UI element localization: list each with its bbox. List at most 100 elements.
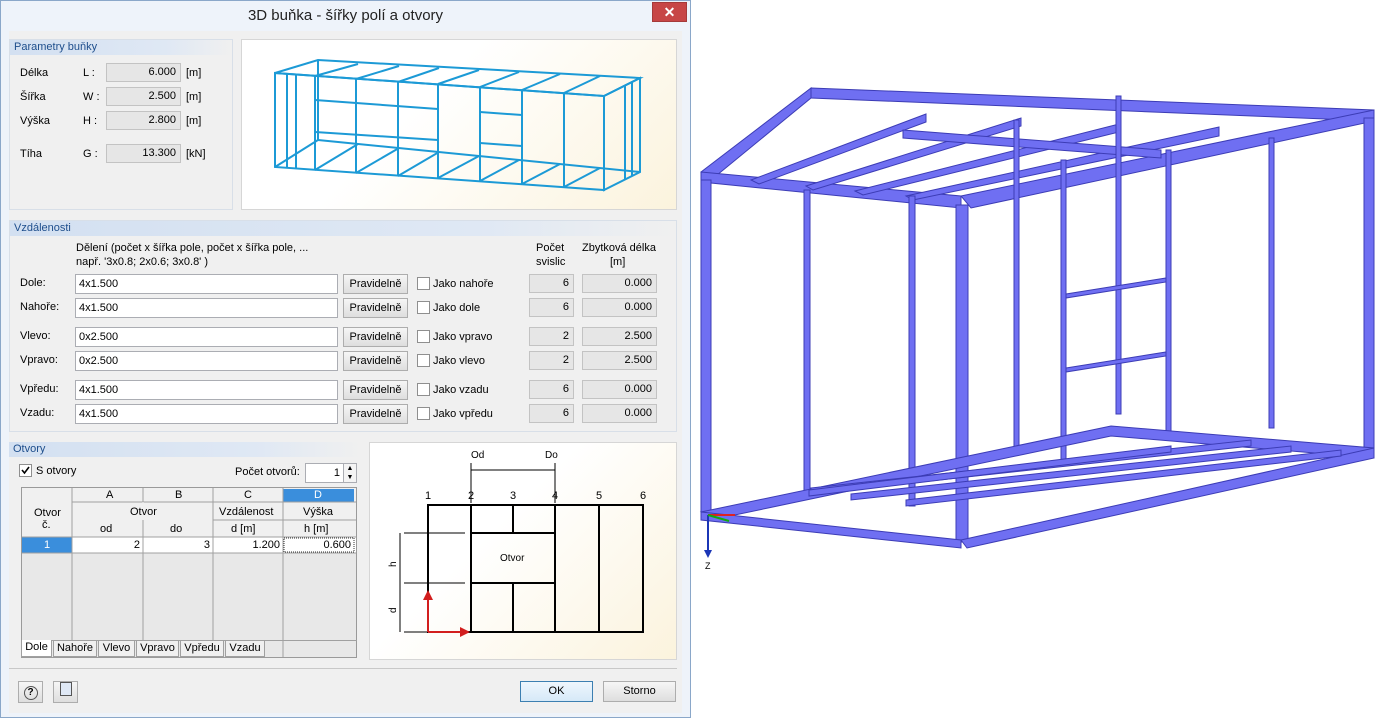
document-icon (59, 682, 72, 696)
footer-separator (9, 668, 677, 669)
weight-value: 13.300 (106, 144, 181, 163)
bottom-division-input[interactable]: 4x1.500 (75, 274, 338, 294)
front-count: 6 (529, 380, 574, 399)
col-c-header: C (244, 489, 252, 501)
diagram-num-3: 3 (510, 490, 516, 502)
cell-to[interactable]: 3 (143, 539, 210, 551)
back-division-input[interactable]: 4x1.500 (75, 404, 338, 424)
ok-button[interactable]: OK (520, 681, 593, 702)
openings-count-spinner[interactable]: ▲ ▼ (343, 463, 357, 483)
back-label: Vzadu: (20, 407, 55, 419)
right-regular-button[interactable]: Pravidelně (343, 351, 408, 371)
cell-3d-model-drawing: Z (699, 86, 1375, 571)
same-as-bottom-label: Jako dole (433, 302, 481, 314)
top-regular-button[interactable]: Pravidelně (343, 298, 408, 318)
length-symbol: L : (83, 67, 95, 79)
same-as-back-checkbox[interactable] (417, 383, 430, 396)
bottom-regular-button[interactable]: Pravidelně (343, 274, 408, 294)
col-d-title: Výška (303, 506, 333, 518)
left-label: Vlevo: (20, 330, 51, 342)
back-regular-button[interactable]: Pravidelně (343, 404, 408, 424)
tab-top[interactable]: Nahoře (53, 641, 97, 657)
left-rest: 2.500 (582, 327, 657, 346)
help-icon: ? (23, 686, 38, 700)
cell-wireframe-drawing (274, 58, 644, 192)
opening-diagram: Od Do 1 2 3 4 5 6 Otvor h d (369, 442, 677, 660)
same-as-right-label: Jako vpravo (433, 331, 493, 343)
col-distance-header: d [m] (231, 523, 256, 535)
cancel-button[interactable]: Storno (603, 681, 676, 702)
cell-height[interactable]: 0.600 (283, 539, 351, 551)
details-button[interactable] (53, 681, 78, 703)
same-as-front-checkbox[interactable] (417, 407, 430, 420)
front-division-input[interactable]: 4x1.500 (75, 380, 338, 400)
width-label: Šířka (20, 91, 46, 103)
division-example: např. '3x0.8; 2x0.6; 3x0.8' ) (76, 256, 208, 268)
col-height-header: h [m] (304, 523, 329, 535)
same-as-left-label: Jako vlevo (433, 355, 485, 367)
group-header-opening: Otvor (130, 506, 157, 518)
left-regular-button[interactable]: Pravidelně (343, 327, 408, 347)
length-value: 6.000 (106, 63, 181, 82)
same-as-left-checkbox[interactable] (417, 354, 430, 367)
with-openings-checkbox[interactable] (19, 464, 32, 477)
front-label: Vpředu: (20, 383, 59, 395)
width-value: 2.500 (106, 87, 181, 106)
help-button[interactable]: ? (18, 681, 43, 703)
diagram-do-label: Do (545, 450, 558, 461)
top-division-input[interactable]: 4x1.500 (75, 298, 338, 318)
height-unit: [m] (186, 115, 202, 127)
col-b-header: B (175, 489, 183, 501)
distances-group: Vzdálenosti Dělení (počet x šířka pole, … (9, 220, 677, 432)
openings-count-input[interactable]: 1 (305, 463, 345, 483)
rest-length-unit: [m] (610, 256, 626, 268)
count-header: Počet (536, 242, 565, 254)
back-rest: 0.000 (582, 404, 657, 423)
height-symbol: H : (83, 115, 98, 127)
diagram-num-1: 1 (425, 490, 431, 502)
close-button[interactable]: ✕ (652, 2, 687, 22)
top-rest: 0.000 (582, 298, 657, 317)
row-header-number: č. (42, 519, 51, 531)
weight-label: Tíha (20, 148, 43, 160)
same-as-top-checkbox[interactable] (417, 277, 430, 290)
cell-params-group: Parametry buňky Délka L : 6.000 [m] Šířk… (9, 39, 233, 210)
col-d-header: D (314, 489, 322, 501)
bottom-count: 6 (529, 274, 574, 293)
bottom-label: Dole: (20, 277, 46, 289)
col-c-title: Vzdálenost (219, 506, 274, 518)
diagram-opening-label: Otvor (500, 553, 525, 564)
width-unit: [m] (186, 91, 202, 103)
opening-scheme-drawing: Od Do 1 2 3 4 5 6 Otvor h d (388, 450, 646, 637)
tab-left[interactable]: Vlevo (98, 641, 135, 657)
right-division-input[interactable]: 0x2.500 (75, 351, 338, 371)
height-value: 2.800 (106, 111, 181, 130)
distances-title: Vzdálenosti (10, 221, 676, 236)
front-regular-button[interactable]: Pravidelně (343, 380, 408, 400)
right-count: 2 (529, 351, 574, 370)
left-count: 2 (529, 327, 574, 346)
col-to-header: do (170, 523, 183, 535)
tab-back[interactable]: Vzadu (225, 641, 265, 657)
front-rest: 0.000 (582, 380, 657, 399)
same-as-right-checkbox[interactable] (417, 330, 430, 343)
tab-front[interactable]: Vpředu (180, 641, 224, 657)
rest-length-header: Zbytková délka (582, 242, 656, 254)
diagram-num-6: 6 (640, 490, 646, 502)
tab-bottom[interactable]: Dole (21, 640, 52, 657)
title-bar: 3D buňka - šířky polí a otvory ✕ (1, 1, 690, 31)
length-label: Délka (20, 67, 49, 79)
count-header-sub: svislic (536, 256, 566, 268)
same-as-back-label: Jako vzadu (433, 384, 489, 396)
cell-preview-image (241, 39, 677, 210)
bottom-rest: 0.000 (582, 274, 657, 293)
table-row-number[interactable]: 1 (44, 539, 50, 551)
cell-from[interactable]: 2 (72, 539, 140, 551)
cell-distance[interactable]: 1.200 (213, 539, 280, 551)
same-as-bottom-checkbox[interactable] (417, 301, 430, 314)
left-division-input[interactable]: 0x2.500 (75, 327, 338, 347)
top-count: 6 (529, 298, 574, 317)
weight-symbol: G : (83, 148, 98, 160)
tab-right[interactable]: Vpravo (136, 641, 179, 657)
model-3d-view[interactable]: Z (691, 0, 1383, 718)
